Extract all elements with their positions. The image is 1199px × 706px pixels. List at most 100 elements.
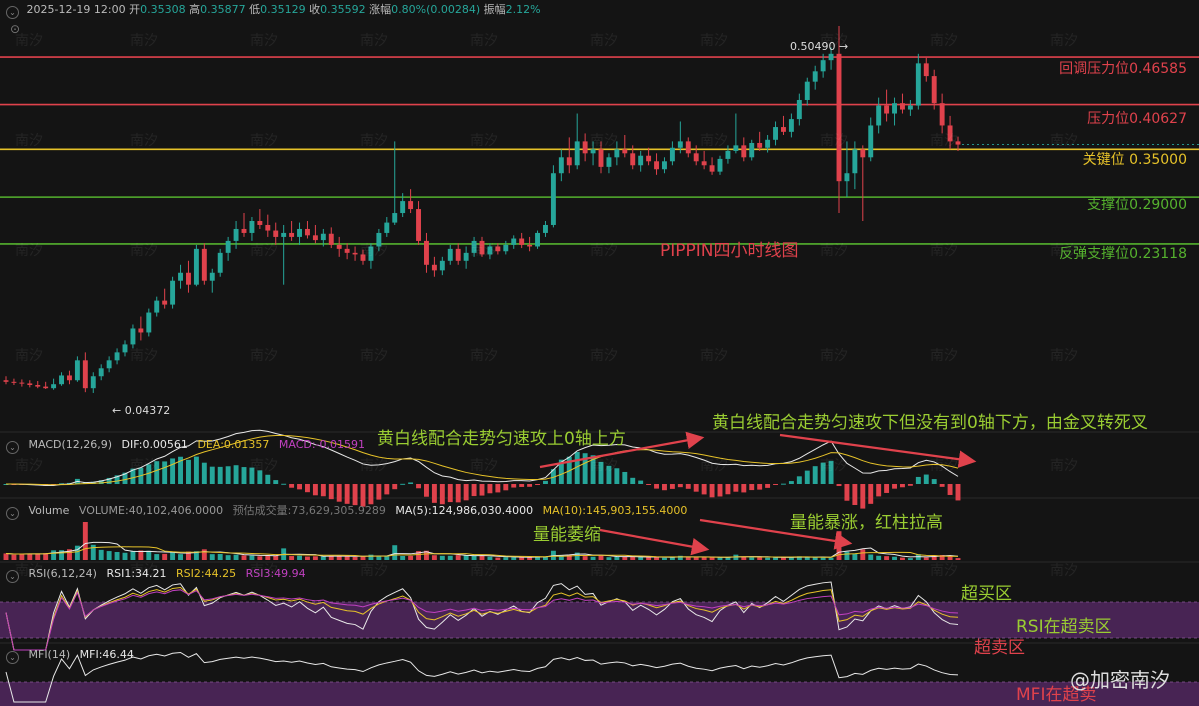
collapse-icon[interactable]: ⌄ [6,507,19,520]
volume-bar [392,545,398,560]
candle-body [503,244,509,252]
macd-bar [201,462,207,484]
watermark-text: 南汐 [930,458,958,474]
volume-bar [860,549,866,560]
volume-bar [3,553,9,560]
macd-bar [408,482,414,484]
volume-bar [757,557,763,560]
macd-bar [503,484,509,491]
macd-bar [328,484,334,500]
annotation-macd-up: 黄白线配合走势匀速攻上0轴上方 [377,429,626,449]
header-time: 2025-12-19 12:00 [26,3,126,16]
watermark-text: 南汐 [15,458,43,474]
watermark-text: 南汐 [700,348,728,364]
watermark-text: 南汐 [930,563,958,579]
volume-ma5: MA(5):124,986,030.4000 [395,504,534,517]
macd-bar [781,483,786,485]
mfi-header: ⌄ MFI(14) MFI:46.44 [6,648,140,664]
watermark-text: 南汐 [360,563,388,579]
volume-bar [781,557,786,560]
collapse-icon[interactable]: ⌄ [6,651,19,664]
macd-bar [638,480,644,484]
candle-body [693,153,699,162]
macd-bar [305,484,310,493]
candle-body [439,260,445,271]
volume-bar [201,549,207,560]
volume-bar [225,555,231,560]
mfi-value: MFI:46.44 [79,648,134,661]
macd-bar [217,466,223,484]
candle-body [812,71,818,82]
watermark-text: 南汐 [15,563,43,579]
collapse-icon[interactable]: ⌄ [6,6,19,19]
volume-bar [122,552,128,560]
macd-bar [416,484,421,489]
candle-body [35,385,41,387]
volume-bar [217,553,223,560]
candle-body [162,300,168,305]
macd-bar [352,484,358,506]
candle-body [828,53,834,61]
candle-body [923,63,929,77]
level-label-retrace-resistance: 回调压力位0.46585 [1059,61,1187,77]
annotation-macd-down: 黄白线配合走势匀速攻下但没有到0轴下方，由金叉转死叉 [712,413,1148,433]
watermark-text: 南汐 [250,458,278,474]
candle-body [765,139,771,148]
watermark-text: 南汐 [930,348,958,364]
candle-body [733,145,739,151]
candle-body [352,252,358,255]
chart-title: PIPPIN四小时线图 [660,241,799,261]
macd-bar [424,484,429,497]
macd-bar [677,484,683,488]
macd-bar [765,484,771,488]
volume-bar [98,549,104,560]
macd-bar [693,484,699,492]
candle-body [281,232,287,237]
volume-bar [130,550,136,560]
macd-header: ⌄ MACD(12,26,9) DIF:0.00561 DEA:0.01357 … [6,438,371,454]
macd-bar [289,484,295,488]
change-label: 涨幅 [369,3,392,16]
volume-bar [844,551,850,560]
candle-body [781,127,786,132]
candle-body [51,384,57,389]
candle-body [685,141,691,154]
candle-body [305,228,310,236]
volume-bar [344,556,350,560]
candle-body [138,328,144,333]
macd-bar [876,484,882,497]
watermark-text: 南汐 [700,458,728,474]
candle-body [193,248,199,285]
macd-bar [931,479,937,484]
volume-bar [209,554,215,560]
candle-body [455,248,461,261]
candle-body [241,228,247,233]
watermark-text: 南汐 [930,243,958,259]
candle-body [98,368,104,377]
macd-dea: DEA:0.01357 [197,438,270,451]
annotation-oversold: 超卖区 [974,638,1025,658]
collapse-icon[interactable]: ⌄ [6,441,19,454]
macd-bar [312,484,318,496]
candle-body [892,103,897,114]
candle-body [344,248,350,253]
macd-bar [709,484,715,498]
macd-bar [186,459,191,484]
macd-bar [669,484,675,489]
candle-body [654,161,659,170]
watermark-text: 南汐 [820,348,848,364]
watermark-text: 南汐 [820,563,848,579]
candle-body [519,238,525,245]
volume-bar [312,556,318,560]
candle-body [907,105,913,110]
candle-body [336,244,342,249]
candle-body [614,149,620,158]
watermark-text: 南汐 [360,133,388,149]
macd-bar [757,484,763,490]
watermark-text: 南汐 [15,243,43,259]
macd-bar [368,484,374,505]
macd-bar [907,484,913,486]
candle-body [384,222,390,233]
macd-bar [923,474,929,484]
volume-bar [638,557,644,560]
